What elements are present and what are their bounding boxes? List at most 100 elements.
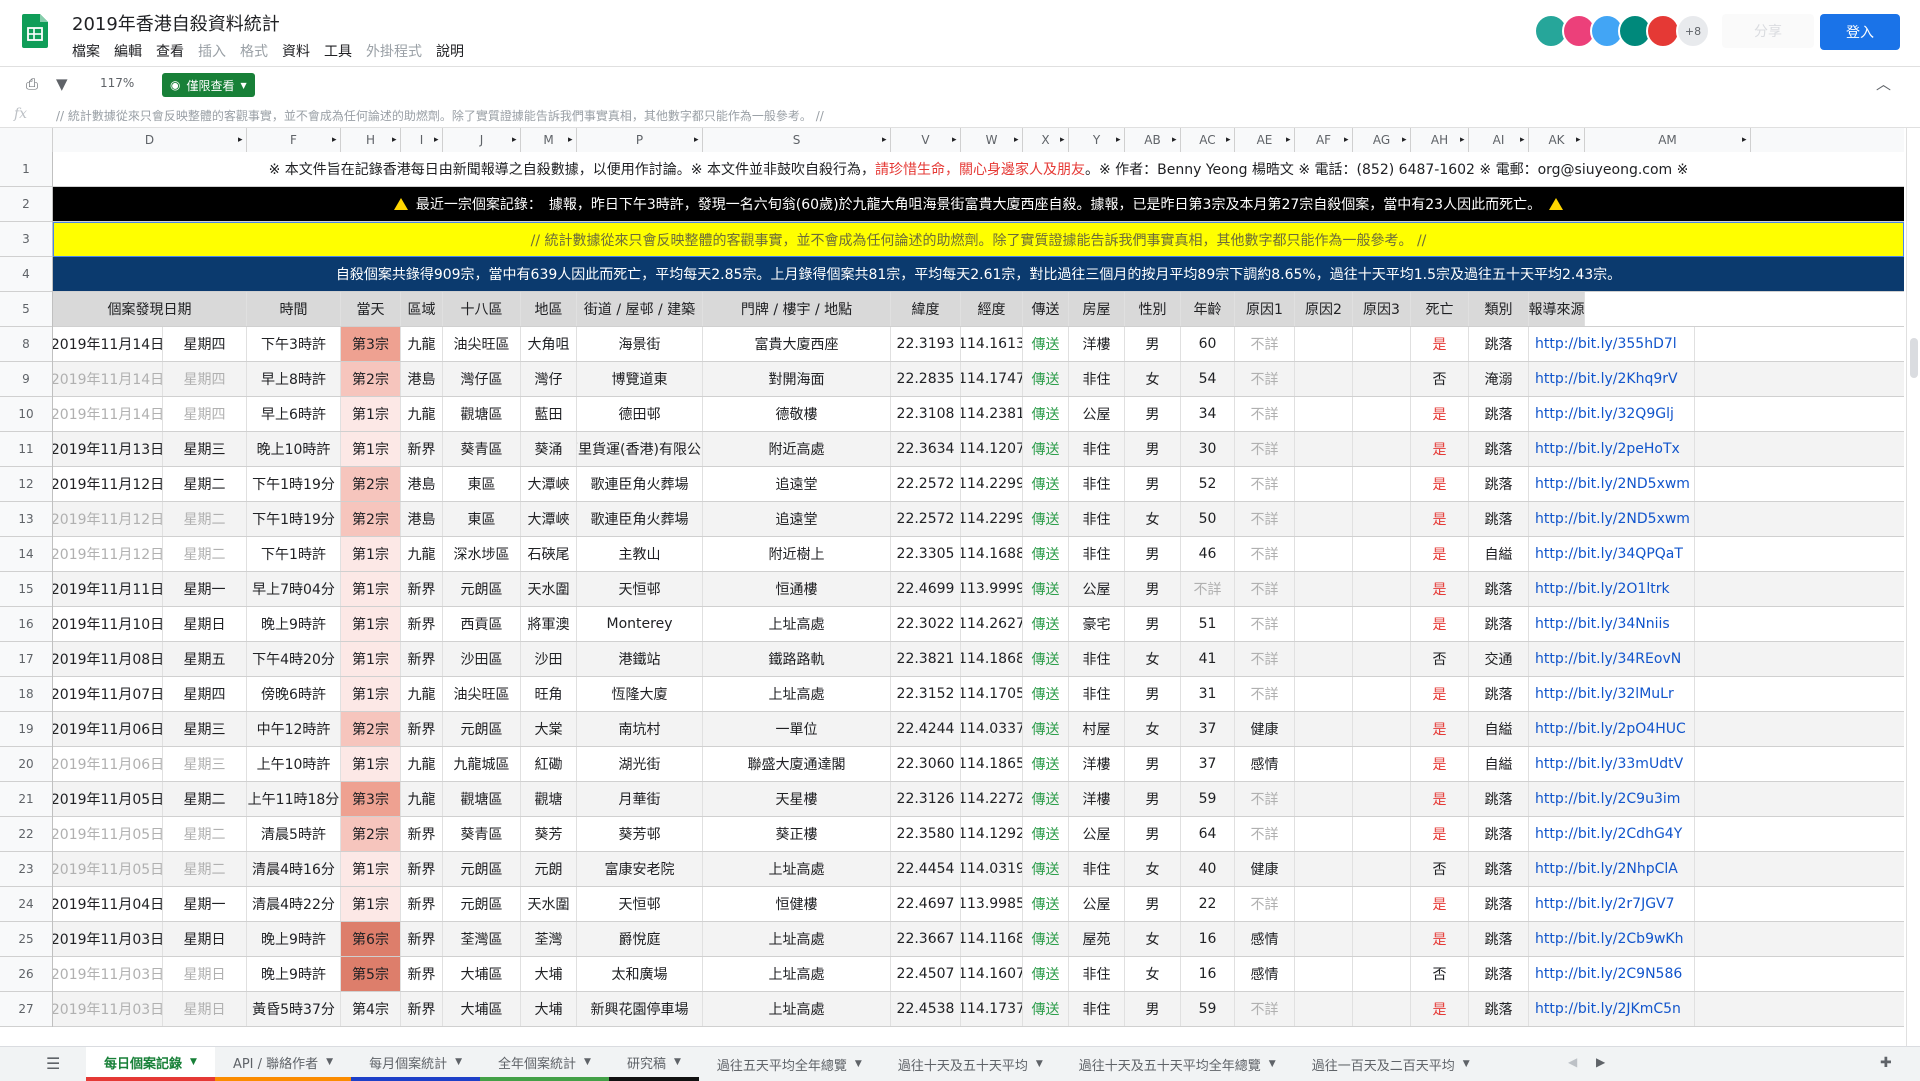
cell-street[interactable]: 港鐵站 — [577, 642, 703, 676]
expand-group-icon[interactable]: ▸ — [1060, 135, 1065, 145]
row-number[interactable]: 24 — [0, 887, 52, 922]
column-header[interactable]: 類別 — [1469, 292, 1529, 326]
cell-cat[interactable]: 跳落 — [1469, 817, 1529, 851]
cell-area[interactable]: 觀塘 — [521, 782, 577, 816]
cell-house[interactable]: 非住 — [1069, 502, 1125, 536]
vertical-scrollbar[interactable] — [1906, 128, 1920, 1046]
cell-cat[interactable]: 跳落 — [1469, 782, 1529, 816]
cell-lat[interactable]: 22.4244 — [891, 712, 961, 746]
cell-rg[interactable]: 港島 — [401, 362, 443, 396]
more-collaborators-badge[interactable]: +8 — [1676, 14, 1710, 48]
column-header[interactable]: 個案發現日期 — [53, 292, 247, 326]
cell-cat[interactable]: 跳落 — [1469, 502, 1529, 536]
cell-tx[interactable]: 傳送 — [1023, 467, 1069, 501]
cell-time[interactable]: 上午10時許 — [247, 747, 341, 781]
cell-dead[interactable]: 否 — [1411, 852, 1469, 886]
cell-age[interactable]: 50 — [1181, 502, 1235, 536]
cell-rg[interactable]: 新界 — [401, 957, 443, 991]
cell-lat[interactable]: 22.2572 — [891, 467, 961, 501]
cell-lng[interactable]: 114.1168 — [961, 922, 1023, 956]
cell-r3[interactable] — [1353, 677, 1411, 711]
cell-sex[interactable]: 男 — [1125, 607, 1181, 641]
row-number[interactable]: 15 — [0, 572, 52, 607]
cell-cat[interactable]: 跳落 — [1469, 922, 1529, 956]
cell-time[interactable]: 早上6時許 — [247, 397, 341, 431]
cell-house[interactable]: 非住 — [1069, 992, 1125, 1026]
cell-r1[interactable]: 不詳 — [1235, 992, 1295, 1026]
cell-house[interactable]: 公屋 — [1069, 887, 1125, 921]
cell-rg[interactable]: 新界 — [401, 432, 443, 466]
cell-n[interactable]: 第1宗 — [341, 432, 401, 466]
cell-lat[interactable]: 22.3667 — [891, 922, 961, 956]
cell-date[interactable]: 2019年11月12日 — [53, 502, 163, 536]
cell-area[interactable]: 葵涌 — [521, 432, 577, 466]
cell-wd[interactable]: 星期二 — [163, 537, 247, 571]
cell-sex[interactable]: 女 — [1125, 957, 1181, 991]
cell-r1[interactable]: 不詳 — [1235, 502, 1295, 536]
cell-d18[interactable]: 東區 — [443, 467, 521, 501]
column-header[interactable]: 十八區 — [443, 292, 521, 326]
cell-sex[interactable]: 男 — [1125, 817, 1181, 851]
cell-dead[interactable]: 是 — [1411, 327, 1469, 361]
cell-d18[interactable]: 觀塘區 — [443, 782, 521, 816]
cell-wd[interactable]: 星期五 — [163, 642, 247, 676]
cell-r2[interactable] — [1295, 537, 1353, 571]
cell-d18[interactable]: 元朗區 — [443, 852, 521, 886]
row-number[interactable]: 9 — [0, 362, 52, 397]
cell-rg[interactable]: 新界 — [401, 572, 443, 606]
cell-r1[interactable]: 不詳 — [1235, 537, 1295, 571]
cell-time[interactable]: 晚上9時許 — [247, 922, 341, 956]
cell-r1[interactable]: 感情 — [1235, 747, 1295, 781]
cell-sex[interactable]: 女 — [1125, 362, 1181, 396]
cell-dead[interactable]: 否 — [1411, 362, 1469, 396]
expand-group-icon[interactable]: ▸ — [1226, 135, 1231, 145]
cell-date[interactable]: 2019年11月08日 — [53, 642, 163, 676]
cell-sex[interactable]: 男 — [1125, 747, 1181, 781]
cell-n[interactable]: 第2宗 — [341, 502, 401, 536]
cell-wd[interactable]: 星期三 — [163, 432, 247, 466]
cell-r2[interactable] — [1295, 677, 1353, 711]
cell-n[interactable]: 第2宗 — [341, 712, 401, 746]
cell-area[interactable]: 元朗 — [521, 852, 577, 886]
cell-lat[interactable]: 22.3305 — [891, 537, 961, 571]
cell-n[interactable]: 第1宗 — [341, 607, 401, 641]
cell-r3[interactable] — [1353, 537, 1411, 571]
cell-r3[interactable] — [1353, 432, 1411, 466]
chevron-down-icon[interactable]: ▼ — [190, 1057, 197, 1067]
row-number[interactable]: 5 — [0, 292, 52, 327]
cell-r2[interactable] — [1295, 362, 1353, 396]
cell-dead[interactable]: 是 — [1411, 467, 1469, 501]
column-header[interactable]: 報導來源 — [1529, 292, 1585, 326]
cell-area[interactable]: 大角咀 — [521, 327, 577, 361]
cell-r1[interactable]: 不詳 — [1235, 572, 1295, 606]
cell-cat[interactable]: 跳落 — [1469, 992, 1529, 1026]
cell-place[interactable]: 富貴大廈西座 — [703, 327, 891, 361]
cell-dead[interactable]: 是 — [1411, 397, 1469, 431]
cell-n[interactable]: 第5宗 — [341, 957, 401, 991]
cell-n[interactable]: 第1宗 — [341, 537, 401, 571]
cell-lat[interactable]: 22.3108 — [891, 397, 961, 431]
cell-date[interactable]: 2019年11月05日 — [53, 782, 163, 816]
summary-row[interactable]: 自殺個案共錄得909宗，當中有639人因此而死亡，平均每天2.85宗。上月錄得個… — [53, 257, 1904, 292]
cell-r3[interactable] — [1353, 467, 1411, 501]
cell-dead[interactable]: 是 — [1411, 572, 1469, 606]
cell-house[interactable]: 非住 — [1069, 467, 1125, 501]
cell-d18[interactable]: 觀塘區 — [443, 397, 521, 431]
cell-cat[interactable]: 跳落 — [1469, 432, 1529, 466]
cell-n[interactable]: 第1宗 — [341, 747, 401, 781]
row-number[interactable]: 18 — [0, 677, 52, 712]
cell-lng[interactable]: 114.1613 — [961, 327, 1023, 361]
cell-cat[interactable]: 淹溺 — [1469, 362, 1529, 396]
column-letter[interactable]: P — [577, 128, 703, 152]
all-sheets-icon[interactable]: ☰ — [46, 1054, 60, 1073]
cell-r1[interactable]: 不詳 — [1235, 817, 1295, 851]
cell-lat[interactable]: 22.3821 — [891, 642, 961, 676]
cell-r3[interactable] — [1353, 922, 1411, 956]
cell-house[interactable]: 非住 — [1069, 432, 1125, 466]
cell-n[interactable]: 第2宗 — [341, 467, 401, 501]
document-title[interactable]: 2019年香港自殺資料統計 — [72, 10, 280, 36]
column-letter[interactable]: J — [443, 128, 521, 152]
cell-wd[interactable]: 星期二 — [163, 502, 247, 536]
column-header[interactable]: 區域 — [401, 292, 443, 326]
cell-r2[interactable] — [1295, 922, 1353, 956]
